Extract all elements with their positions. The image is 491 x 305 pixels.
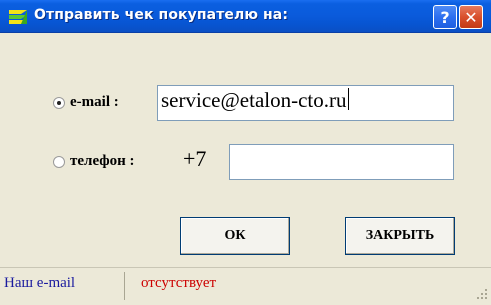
email-value: service@etalon-cto.ru [161,88,347,112]
email-radio[interactable] [53,97,65,109]
status-bar: Наш e-mail отсутствует [0,267,491,302]
phone-label: телефон : [70,153,135,169]
close-window-button[interactable]: ✕ [459,5,483,29]
radio-selected-dot [57,101,61,105]
ok-button-label: ОК [224,228,246,243]
app-icon [7,7,29,27]
close-button-label: ЗАКРЫТЬ [365,228,435,243]
status-email-value: отсутствует [141,275,217,291]
help-icon: ? [440,7,450,27]
dialog-body: e-mail : service@etalon-cto.ru телефон :… [0,33,491,267]
email-label: e-mail : [70,94,119,110]
window-title: Отправить чек покупателю на: [34,7,289,23]
resize-grip-icon[interactable] [476,287,488,299]
phone-prefix: +7 [183,146,207,171]
help-button[interactable]: ? [433,5,457,29]
close-button[interactable]: ЗАКРЫТЬ [345,217,455,255]
status-divider [124,272,125,300]
title-bar[interactable]: Отправить чек покупателю на: ? ✕ [0,0,491,33]
email-field[interactable]: service@etalon-cto.ru [157,85,454,121]
phone-radio[interactable] [53,156,65,168]
ok-button[interactable]: ОК [180,217,290,255]
text-caret [347,88,349,110]
close-icon: ✕ [464,7,478,27]
phone-field[interactable] [229,144,454,180]
status-email-label: Наш e-mail [4,275,76,291]
